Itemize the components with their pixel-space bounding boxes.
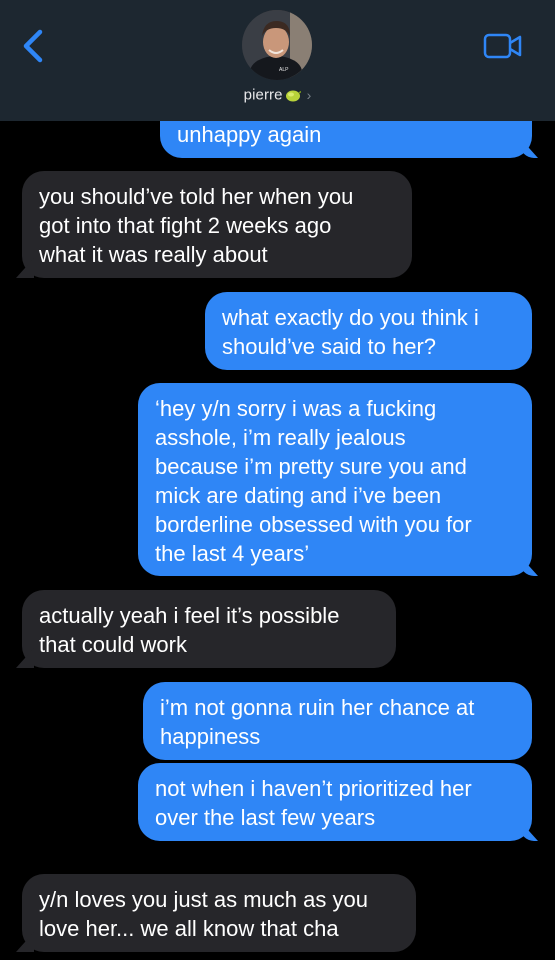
- message-sent[interactable]: ‘hey y/n sorry i was a fucking asshole, …: [138, 383, 532, 576]
- message-line: asshole, i’m really jealous: [155, 425, 406, 450]
- message-received[interactable]: you should’ve told her when you got into…: [22, 171, 412, 278]
- lime-icon: [285, 90, 301, 102]
- back-button[interactable]: [14, 26, 50, 66]
- message-line: love her... we all know that cha: [39, 916, 339, 941]
- svg-text:ALP: ALP: [279, 67, 289, 73]
- contact-avatar[interactable]: ALP: [242, 10, 312, 80]
- message-line: because i’m pretty sure you and: [155, 454, 467, 479]
- message-line: happiness: [160, 724, 261, 749]
- message-line: that could work: [39, 632, 187, 657]
- facetime-video-button[interactable]: [483, 32, 523, 60]
- contact-name: pierre: [243, 86, 283, 104]
- message-thread: unhappy again you should’ve told her whe…: [0, 0, 555, 960]
- conversation-header: ALP pierre ›: [0, 0, 555, 121]
- message-line: you should’ve told her when you: [39, 184, 354, 209]
- message-line: borderline obsessed with you for: [155, 512, 472, 537]
- video-camera-icon: [483, 33, 522, 59]
- message-sent[interactable]: i’m not gonna ruin her chance at happine…: [143, 682, 532, 760]
- contact-name-row[interactable]: pierre ›: [0, 86, 555, 104]
- message-line: got into that fight 2 weeks ago: [39, 213, 332, 238]
- message-line: ‘hey y/n sorry i was a fucking: [155, 396, 437, 421]
- message-received[interactable]: y/n loves you just as much as you love h…: [22, 874, 416, 952]
- message-line: not when i haven’t prioritized her: [155, 776, 472, 801]
- message-line: what exactly do you think i: [222, 305, 479, 330]
- message-line: actually yeah i feel it’s possible: [39, 603, 340, 628]
- message-text: unhappy again: [177, 122, 322, 147]
- message-line: mick are dating and i’ve been: [155, 483, 442, 508]
- message-line: the last 4 years’: [155, 541, 310, 566]
- message-line: should’ve said to her?: [222, 334, 437, 359]
- message-line: y/n loves you just as much as you: [39, 887, 368, 912]
- chevron-left-icon: [23, 29, 43, 63]
- chevron-right-icon: ›: [306, 87, 312, 104]
- message-line: over the last few years: [155, 805, 376, 830]
- avatar-photo: ALP: [242, 10, 312, 80]
- message-sent[interactable]: not when i haven’t prioritized her over …: [138, 763, 532, 841]
- message-line: what it was really about: [39, 242, 268, 267]
- message-received[interactable]: actually yeah i feel it’s possible that …: [22, 590, 396, 668]
- message-sent[interactable]: what exactly do you think i should’ve sa…: [205, 292, 532, 370]
- message-line: i’m not gonna ruin her chance at: [160, 695, 475, 720]
